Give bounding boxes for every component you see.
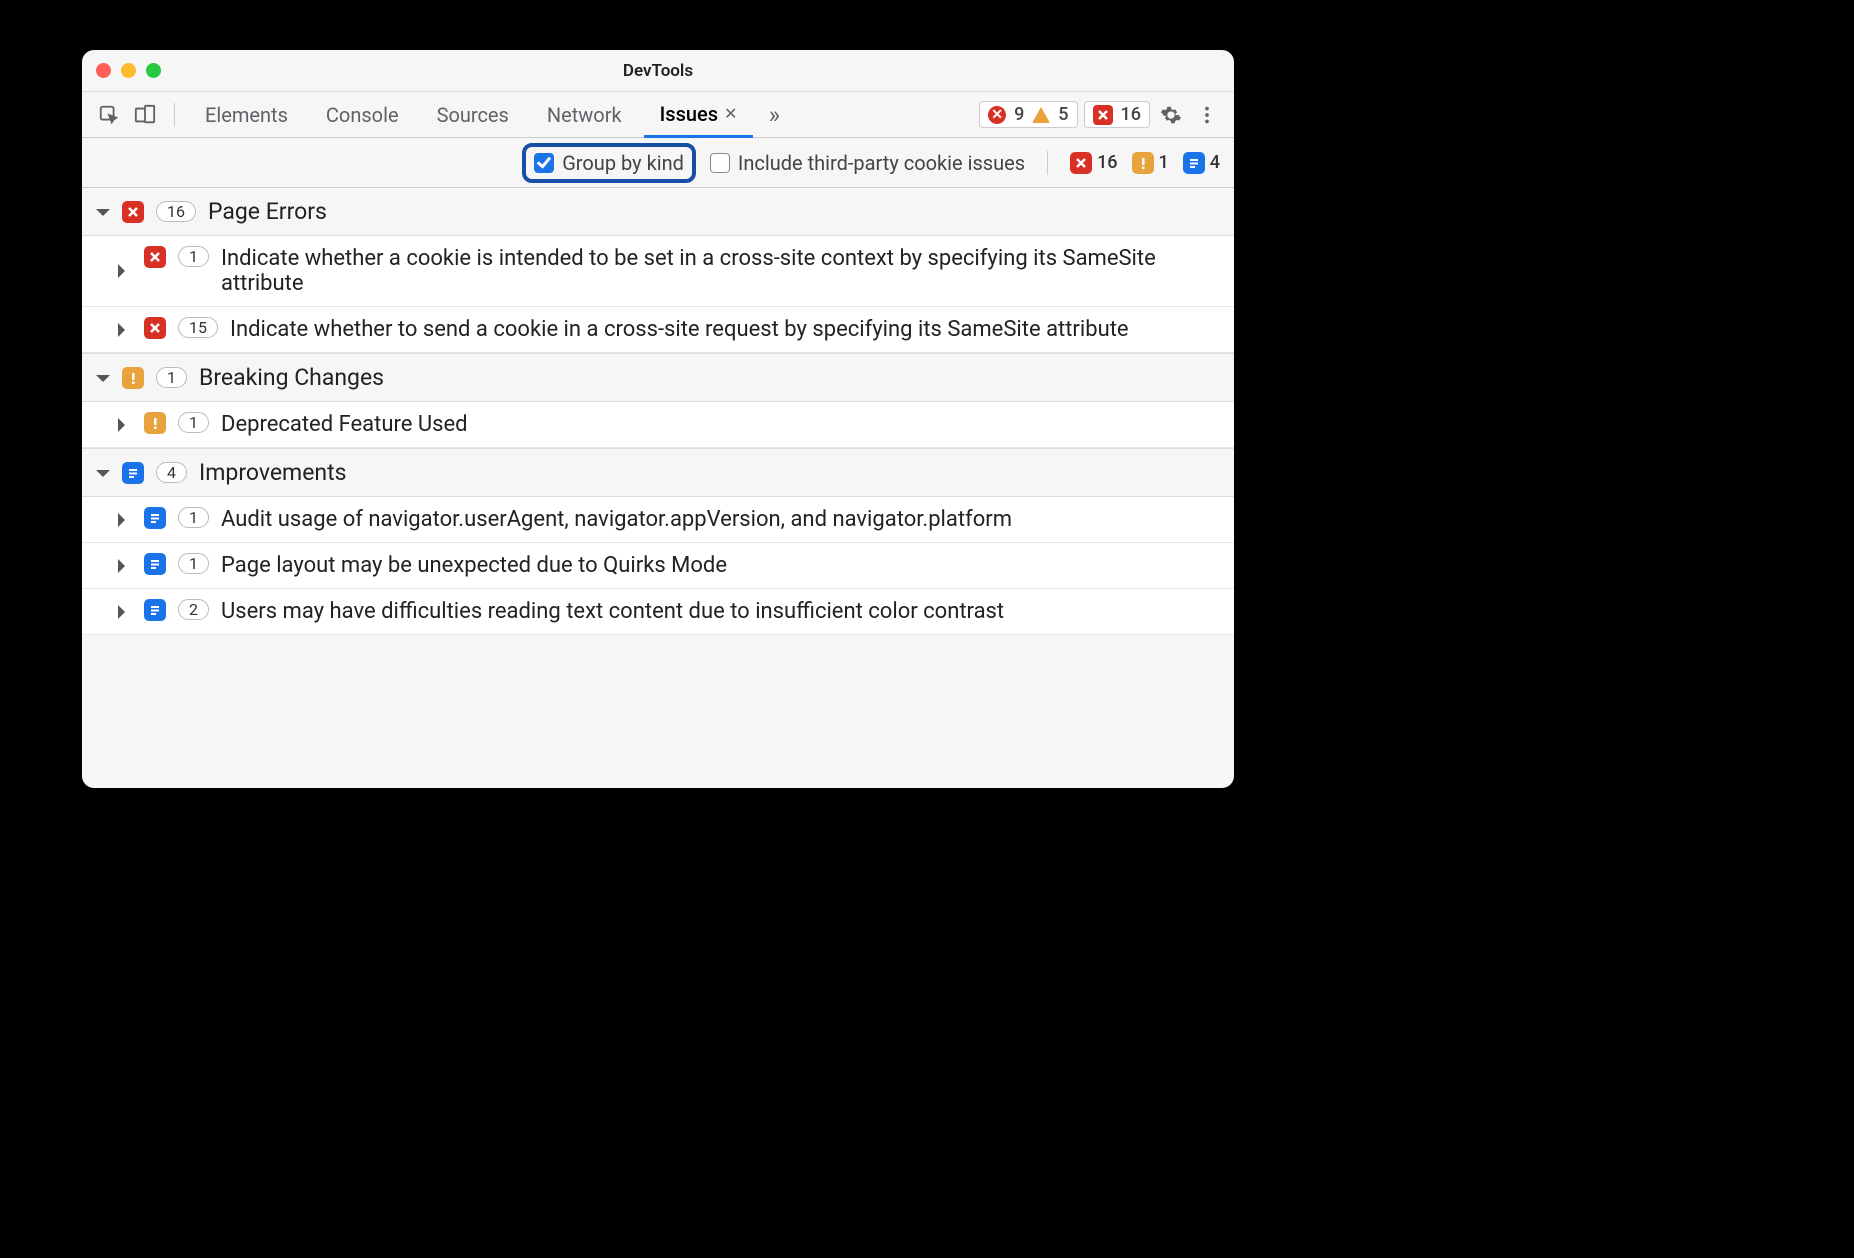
- issue-row[interactable]: 1 Page layout may be unexpected due to Q…: [82, 543, 1234, 589]
- issue-title: Users may have difficulties reading text…: [221, 599, 1220, 624]
- count-badge: 1: [178, 507, 209, 528]
- error-chat-icon: [122, 201, 144, 223]
- warning-count-chip[interactable]: 1: [1132, 152, 1169, 174]
- divider: [1047, 151, 1048, 175]
- window-title: DevTools: [82, 61, 1234, 81]
- group-breaking-changes[interactable]: 1 Breaking Changes: [82, 353, 1234, 402]
- devtools-window: DevTools Elements Console Sources Networ…: [82, 50, 1234, 788]
- count-badge: 1: [178, 553, 209, 574]
- titlebar: DevTools: [82, 50, 1234, 92]
- zoom-window-button[interactable]: [146, 63, 161, 78]
- checkbox-icon: [534, 153, 554, 173]
- chevron-down-icon: [96, 209, 110, 223]
- divider: [174, 103, 175, 127]
- issue-row[interactable]: 1 Audit usage of navigator.userAgent, na…: [82, 497, 1234, 543]
- issue-row[interactable]: 15 Indicate whether to send a cookie in …: [82, 307, 1234, 353]
- window-traffic-lights: [96, 63, 161, 78]
- issues-counter[interactable]: 16: [1084, 101, 1150, 128]
- close-tab-icon[interactable]: ✕: [724, 104, 737, 123]
- filter-bar: Group by kind Include third-party cookie…: [82, 138, 1234, 188]
- info-chat-icon: [122, 462, 144, 484]
- count-badge: 1: [156, 367, 187, 388]
- chevron-right-icon: [118, 418, 132, 432]
- chevron-down-icon: [96, 375, 110, 389]
- issue-title: Indicate whether a cookie is intended to…: [221, 246, 1220, 296]
- tab-elements[interactable]: Elements: [189, 92, 304, 138]
- info-count-chip[interactable]: 4: [1183, 152, 1220, 174]
- issue-title: Page layout may be unexpected due to Qui…: [221, 553, 1220, 578]
- count-badge: 4: [156, 462, 187, 483]
- more-tabs-button[interactable]: »: [759, 100, 789, 130]
- settings-button[interactable]: [1156, 100, 1186, 130]
- group-title: Improvements: [199, 459, 347, 486]
- warning-chat-icon: [1132, 152, 1154, 174]
- issue-row[interactable]: 2 Users may have difficulties reading te…: [82, 589, 1234, 635]
- tab-console[interactable]: Console: [310, 92, 415, 138]
- group-title: Breaking Changes: [199, 364, 384, 391]
- error-chat-icon: [144, 317, 166, 339]
- info-chat-icon: [144, 553, 166, 575]
- error-chat-icon: [144, 246, 166, 268]
- kebab-menu-button[interactable]: [1192, 100, 1222, 130]
- chevron-right-icon: [118, 559, 132, 573]
- issue-title: Indicate whether to send a cookie in a c…: [230, 317, 1220, 342]
- warning-icon: [1032, 107, 1050, 123]
- group-by-kind-checkbox[interactable]: Group by kind: [522, 143, 696, 183]
- chevron-right-icon: [118, 513, 132, 527]
- error-chat-icon: [1070, 152, 1092, 174]
- count-badge: 15: [178, 317, 218, 338]
- group-page-errors[interactable]: 16 Page Errors: [82, 188, 1234, 236]
- error-count-chip[interactable]: 16: [1070, 152, 1117, 174]
- count-badge: 1: [178, 412, 209, 433]
- warning-chat-icon: [122, 367, 144, 389]
- chevron-right-icon: [118, 323, 132, 337]
- device-toggle-button[interactable]: [130, 100, 160, 130]
- warning-chat-icon: [144, 412, 166, 434]
- issue-title: Deprecated Feature Used: [221, 412, 1220, 437]
- chevron-down-icon: [96, 470, 110, 484]
- console-counters[interactable]: ✕9 5: [979, 101, 1077, 128]
- chevron-right-icon: [118, 264, 132, 278]
- tab-network[interactable]: Network: [531, 92, 638, 138]
- group-improvements[interactable]: 4 Improvements: [82, 448, 1234, 497]
- issue-title: Audit usage of navigator.userAgent, navi…: [221, 507, 1220, 532]
- tab-issues[interactable]: Issues ✕: [644, 92, 754, 138]
- chevron-right-icon: [118, 605, 132, 619]
- close-window-button[interactable]: [96, 63, 111, 78]
- panel-tabbar: Elements Console Sources Network Issues …: [82, 92, 1234, 138]
- info-chat-icon: [144, 599, 166, 621]
- minimize-window-button[interactable]: [121, 63, 136, 78]
- checkbox-icon: [710, 153, 730, 173]
- inspect-element-button[interactable]: [94, 100, 124, 130]
- issues-list: 16 Page Errors 1 Indicate whether a cook…: [82, 188, 1234, 635]
- include-third-party-checkbox[interactable]: Include third-party cookie issues: [710, 151, 1025, 175]
- issue-row[interactable]: 1 Indicate whether a cookie is intended …: [82, 236, 1234, 307]
- info-chat-icon: [144, 507, 166, 529]
- count-badge: 1: [178, 246, 209, 267]
- count-badge: 2: [178, 599, 209, 620]
- error-icon: ✕: [988, 106, 1006, 124]
- info-chat-icon: [1183, 152, 1205, 174]
- count-badge: 16: [156, 201, 196, 222]
- issue-row[interactable]: 1 Deprecated Feature Used: [82, 402, 1234, 448]
- group-title: Page Errors: [208, 198, 327, 225]
- tab-sources[interactable]: Sources: [421, 92, 525, 138]
- issues-error-icon: [1093, 105, 1113, 125]
